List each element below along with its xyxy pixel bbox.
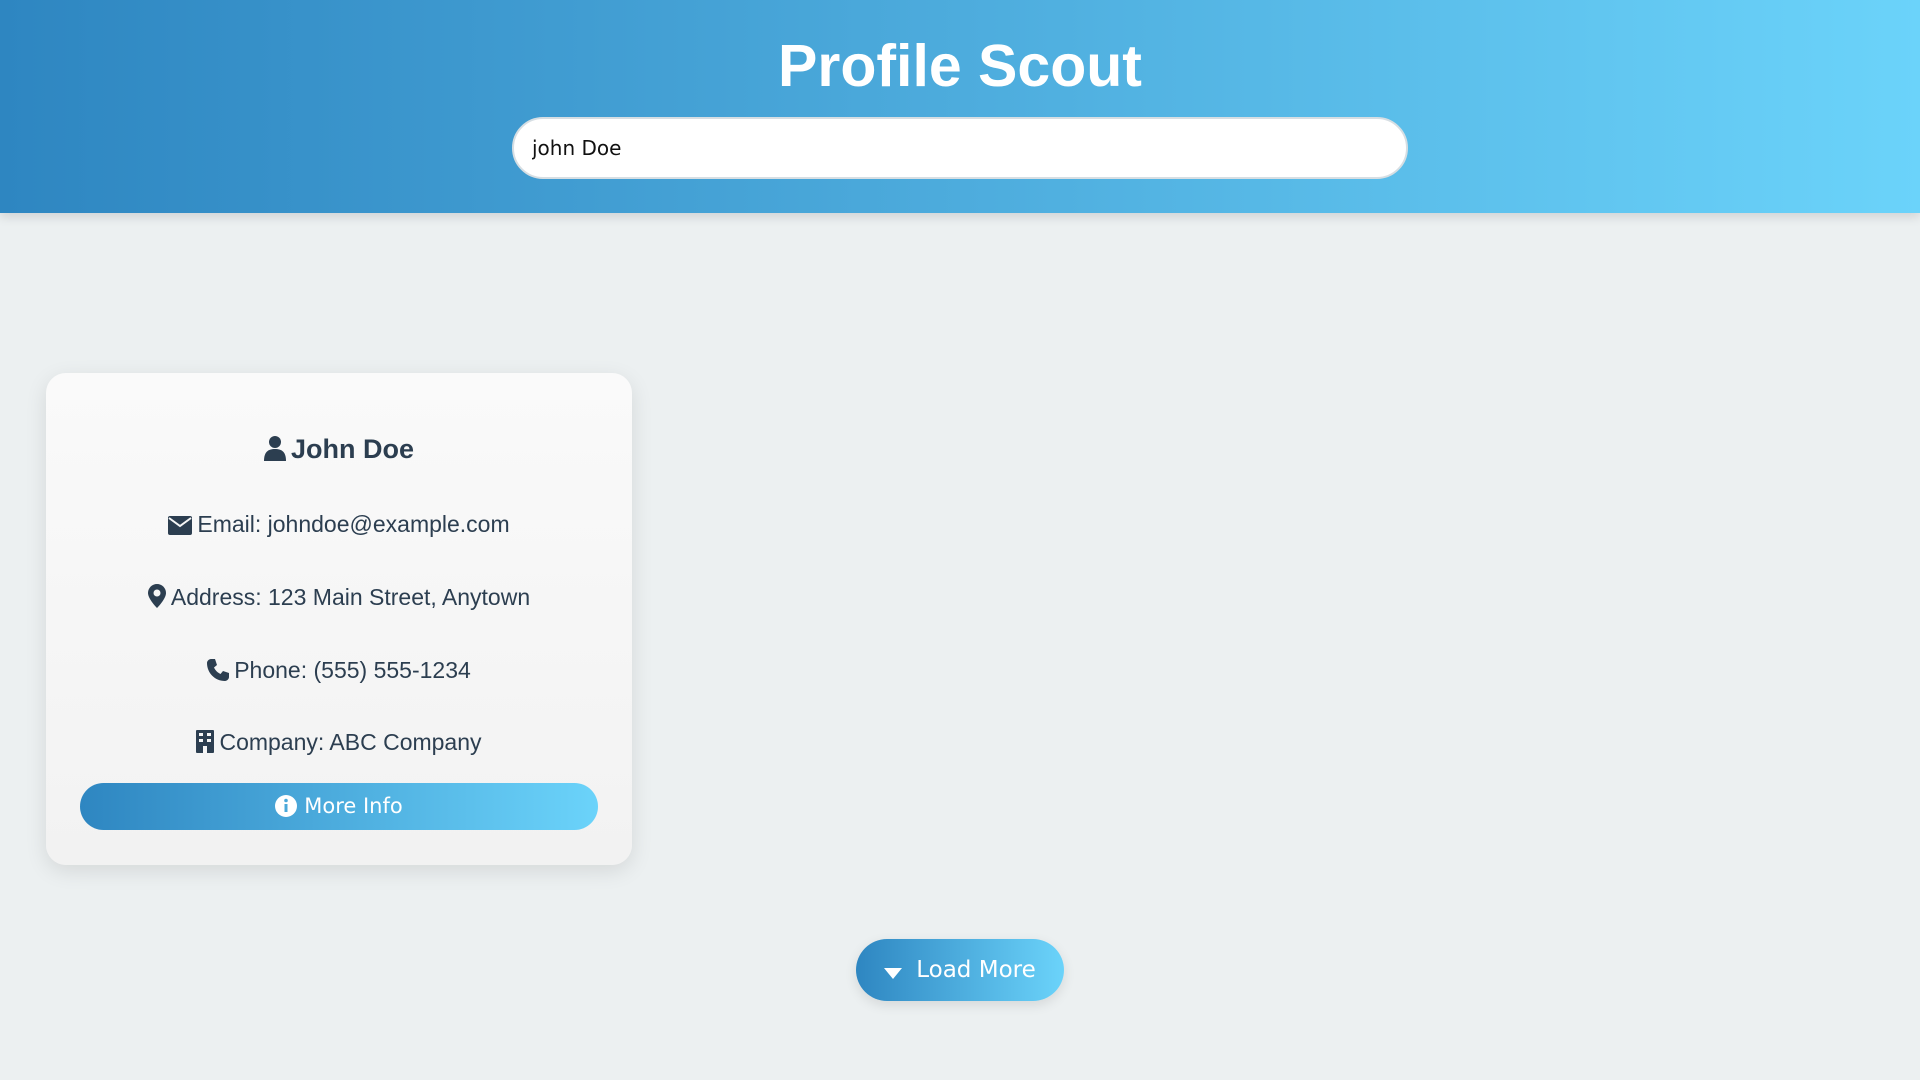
email-text: Email: johndoe@example.com xyxy=(197,511,510,537)
app-title: Profile Scout xyxy=(778,33,1142,99)
phone-text: Phone: (555) 555-1234 xyxy=(234,657,471,683)
company-text: Company: ABC Company xyxy=(219,729,482,755)
header-bar: Profile Scout xyxy=(0,0,1920,213)
user-icon xyxy=(263,434,286,470)
phone-icon xyxy=(207,658,230,688)
phone-row: Phone: (555) 555-1234 xyxy=(46,655,632,688)
profile-name-row: John Doe xyxy=(46,431,632,470)
caret-down-icon xyxy=(884,941,903,1003)
map-marker-icon xyxy=(147,584,166,615)
envelope-icon xyxy=(168,512,193,542)
profile-card: John Doe Email: johndoe@example.com Addr… xyxy=(46,373,632,865)
info-circle-icon xyxy=(275,787,298,834)
address-text: Address: 123 Main Street, Anytown xyxy=(170,584,531,610)
address-row: Address: 123 Main Street, Anytown xyxy=(46,582,632,615)
load-more-label: Load More xyxy=(916,957,1036,983)
search-input[interactable] xyxy=(512,117,1408,179)
profile-name: John Doe xyxy=(290,434,414,464)
building-icon xyxy=(196,730,215,760)
company-row: Company: ABC Company xyxy=(46,727,632,760)
load-more-button[interactable]: Load More xyxy=(856,939,1064,1001)
search-bar xyxy=(512,117,1408,179)
more-info-label: More Info xyxy=(304,794,403,818)
email-row: Email: johndoe@example.com xyxy=(46,509,632,542)
more-info-button[interactable]: More Info xyxy=(80,783,598,830)
